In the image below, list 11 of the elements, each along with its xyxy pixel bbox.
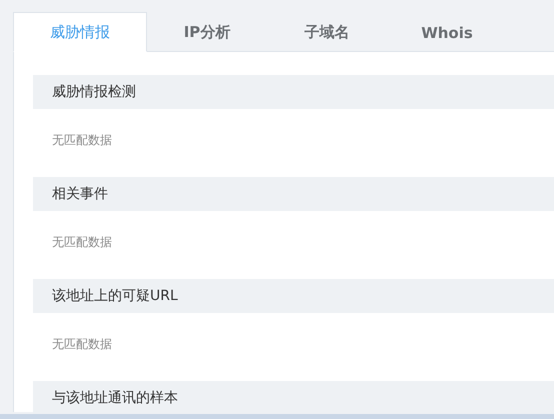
empty-message: 无匹配数据 [52, 132, 112, 148]
tab[interactable]: 威胁情报 [13, 12, 147, 52]
empty-message: 无匹配数据 [52, 234, 112, 250]
tab[interactable]: 子域名 [267, 12, 387, 52]
section-header: 威胁情报检测 [33, 75, 554, 109]
section-header: 与该地址通讯的样本 [33, 381, 554, 414]
section-header: 该地址上的可疑URL [33, 279, 554, 313]
tab[interactable]: IP分析 [147, 12, 267, 52]
tab[interactable]: Whois [387, 12, 507, 52]
section-header: 相关事件 [33, 177, 554, 211]
empty-message: 无匹配数据 [52, 336, 112, 352]
